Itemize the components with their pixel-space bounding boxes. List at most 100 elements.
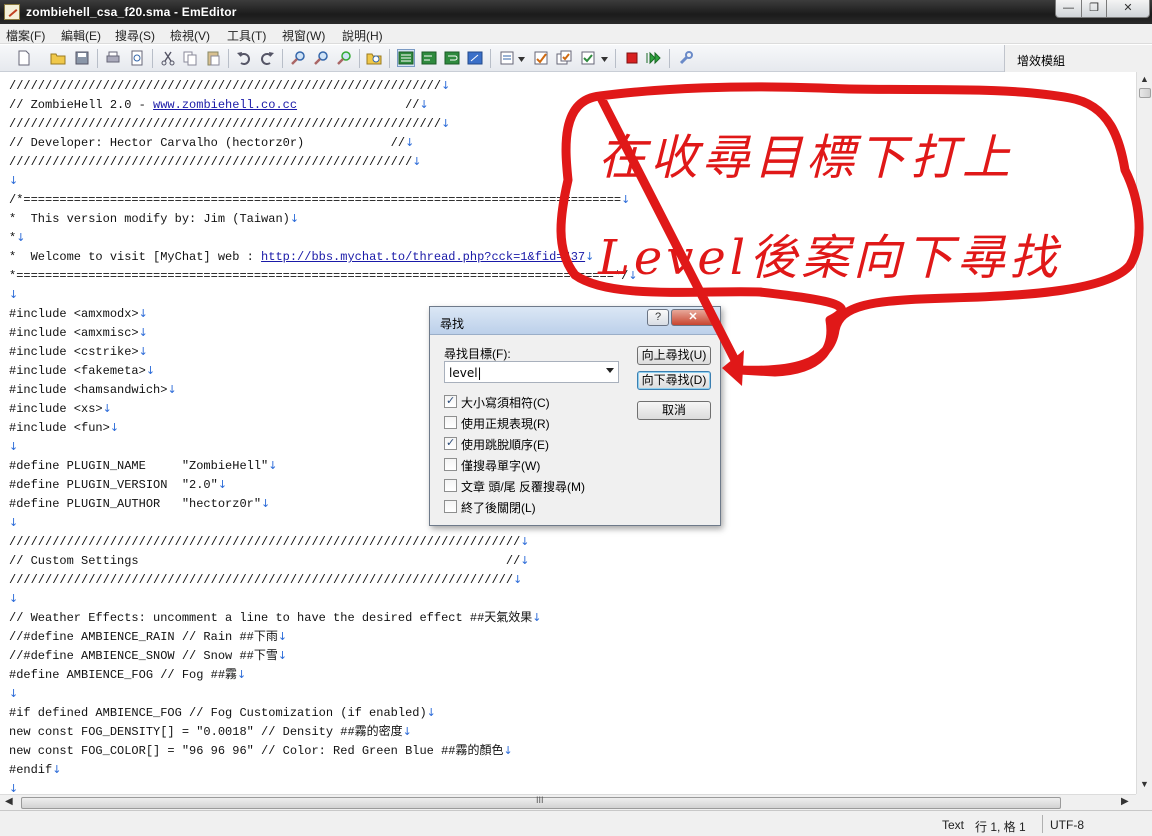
macro-check-icon[interactable] bbox=[580, 50, 596, 66]
wrap-by-window-icon[interactable] bbox=[444, 50, 460, 66]
code-line[interactable]: * This version modify by: Jim (Taiwan)↓ bbox=[9, 209, 299, 228]
find-icon[interactable] bbox=[290, 50, 306, 66]
code-line[interactable]: #define PLUGIN_AUTHOR "hectorz0r"↓ bbox=[9, 494, 270, 513]
option-checkbox[interactable] bbox=[444, 458, 457, 471]
menu-tools[interactable]: 工具(T) bbox=[227, 27, 266, 44]
code-line[interactable]: #define AMBIENCE_FOG // Fog ##霧↓ bbox=[9, 665, 246, 684]
menu-edit[interactable]: 編輯(E) bbox=[61, 27, 101, 44]
find-next-icon[interactable] bbox=[313, 50, 329, 66]
scroll-down-icon[interactable]: ▼ bbox=[1140, 779, 1149, 789]
chevron-down-icon[interactable] bbox=[606, 368, 614, 373]
option-checkbox[interactable] bbox=[444, 394, 457, 408]
code-line[interactable]: ////////////////////////////////////////… bbox=[9, 532, 530, 551]
find-previous-icon[interactable] bbox=[336, 50, 352, 66]
run-macro-icon[interactable] bbox=[646, 50, 662, 66]
cancel-button[interactable]: 取消 bbox=[637, 401, 711, 420]
code-hyperlink[interactable]: www.zombiehell.co.cc bbox=[153, 98, 297, 112]
code-line[interactable]: #include <cstrike>↓ bbox=[9, 342, 148, 361]
code-line[interactable]: // Custom Settings //↓ bbox=[9, 551, 530, 570]
encoding-dropdown-icon[interactable] bbox=[518, 57, 525, 62]
menu-search[interactable]: 搜尋(S) bbox=[115, 27, 155, 44]
option-label[interactable]: 使用正規表現(R) bbox=[461, 415, 550, 432]
code-line[interactable]: ↓ bbox=[9, 779, 18, 794]
option-label[interactable]: 僅搜尋單字(W) bbox=[461, 457, 540, 474]
open-folder-icon[interactable] bbox=[50, 50, 66, 66]
code-line[interactable]: // Developer: Hector Carvalho (hectorz0r… bbox=[9, 133, 414, 152]
help-button[interactable]: ? bbox=[647, 309, 669, 326]
code-line[interactable]: ↓ bbox=[9, 589, 18, 608]
code-line[interactable]: #include <xs>↓ bbox=[9, 399, 112, 418]
code-line[interactable]: ////////////////////////////////////////… bbox=[9, 76, 450, 95]
code-line[interactable]: //#define AMBIENCE_SNOW // Snow ##下雪↓ bbox=[9, 646, 287, 665]
option-label[interactable]: 終了後關閉(L) bbox=[461, 499, 536, 516]
find-target-combobox[interactable]: level| bbox=[444, 361, 619, 383]
code-line[interactable]: #include <hamsandwich>↓ bbox=[9, 380, 177, 399]
wrap-by-page-icon[interactable] bbox=[467, 50, 483, 66]
code-line[interactable]: /*======================================… bbox=[9, 190, 630, 209]
new-file-icon[interactable] bbox=[16, 50, 32, 66]
find-up-button[interactable]: 向上尋找(U) bbox=[637, 346, 711, 365]
code-line[interactable]: ↓ bbox=[9, 513, 18, 532]
code-line[interactable]: ↓ bbox=[9, 285, 18, 304]
menu-window[interactable]: 視窗(W) bbox=[282, 27, 325, 44]
menu-help[interactable]: 說明(H) bbox=[342, 27, 383, 44]
code-line[interactable]: new const FOG_DENSITY[] = "0.0018" // De… bbox=[9, 722, 412, 741]
save-icon[interactable] bbox=[74, 50, 90, 66]
find-down-button[interactable]: 向下尋找(D) bbox=[637, 371, 711, 390]
properties-icon[interactable] bbox=[533, 50, 549, 66]
cut-icon[interactable] bbox=[160, 50, 176, 66]
macro-dropdown-icon[interactable] bbox=[601, 57, 608, 62]
scroll-left-icon[interactable]: ◀ bbox=[5, 796, 13, 807]
code-line[interactable]: ////////////////////////////////////////… bbox=[9, 570, 522, 589]
copy-icon[interactable] bbox=[182, 50, 198, 66]
paste-icon[interactable] bbox=[205, 50, 221, 66]
code-line[interactable]: #include <fun>↓ bbox=[9, 418, 119, 437]
status-encoding[interactable]: UTF-8 bbox=[1050, 818, 1084, 832]
code-line[interactable]: #include <amxmisc>↓ bbox=[9, 323, 148, 342]
option-label[interactable]: 文章 頭/尾 反覆搜尋(M) bbox=[461, 478, 585, 495]
print-preview-icon[interactable] bbox=[129, 50, 145, 66]
code-hyperlink[interactable]: http://bbs.mychat.to/thread.php?cck=1&fi… bbox=[261, 250, 585, 264]
code-line[interactable]: ////////////////////////////////////////… bbox=[9, 152, 421, 171]
horizontal-scrollbar[interactable]: ◀ III ▶ bbox=[0, 794, 1136, 810]
code-line[interactable]: ↓ bbox=[9, 171, 18, 190]
option-label[interactable]: 大小寫須相符(C) bbox=[461, 394, 550, 411]
close-window-button[interactable]: ✕ bbox=[1106, 0, 1150, 18]
wrap-by-chars-icon[interactable] bbox=[421, 50, 437, 66]
code-line[interactable]: #include <fakemeta>↓ bbox=[9, 361, 155, 380]
option-checkbox[interactable] bbox=[444, 479, 457, 492]
minimize-button[interactable]: — bbox=[1055, 0, 1082, 18]
code-line[interactable]: ////////////////////////////////////////… bbox=[9, 114, 450, 133]
code-line[interactable]: new const FOG_COLOR[] = "96 96 96" // Co… bbox=[9, 741, 513, 760]
scroll-up-icon[interactable]: ▲ bbox=[1140, 74, 1149, 84]
find-in-files-icon[interactable] bbox=[366, 50, 382, 66]
code-line[interactable]: // Weather Effects: uncomment a line to … bbox=[9, 608, 542, 627]
menu-file[interactable]: 檔案(F) bbox=[6, 27, 45, 44]
redo-icon[interactable] bbox=[259, 50, 275, 66]
option-label[interactable]: 使用跳脫順序(E) bbox=[461, 436, 549, 453]
code-line[interactable]: #define PLUGIN_NAME "ZombieHell"↓ bbox=[9, 456, 277, 475]
code-line[interactable]: //#define AMBIENCE_RAIN // Rain ##下雨↓ bbox=[9, 627, 287, 646]
option-checkbox[interactable] bbox=[444, 436, 457, 450]
dialog-close-button[interactable]: ✕ bbox=[671, 309, 715, 326]
customize-tool-icon[interactable] bbox=[678, 50, 694, 66]
scroll-right-icon[interactable]: ▶ bbox=[1121, 796, 1129, 807]
undo-icon[interactable] bbox=[236, 50, 252, 66]
all-properties-icon[interactable] bbox=[556, 50, 572, 66]
code-line[interactable]: * Welcome to visit [MyChat] web : http:/… bbox=[9, 247, 594, 266]
code-line[interactable]: // ZombieHell 2.0 - www.zombiehell.co.cc… bbox=[9, 95, 429, 114]
code-line[interactable]: #define PLUGIN_VERSION "2.0"↓ bbox=[9, 475, 227, 494]
stop-macro-icon[interactable] bbox=[624, 50, 640, 66]
code-line[interactable]: ↓ bbox=[9, 437, 18, 456]
code-line[interactable]: #endif↓ bbox=[9, 760, 61, 779]
vertical-scrollbar[interactable]: ▲ ▼ bbox=[1136, 72, 1152, 794]
code-line[interactable]: #include <amxmodx>↓ bbox=[9, 304, 148, 323]
code-line[interactable]: *↓ bbox=[9, 228, 25, 247]
menu-view[interactable]: 檢視(V) bbox=[170, 27, 210, 44]
vertical-scroll-thumb[interactable] bbox=[1139, 88, 1151, 98]
option-checkbox[interactable] bbox=[444, 500, 457, 513]
print-icon[interactable] bbox=[105, 50, 121, 66]
code-line[interactable]: *=======================================… bbox=[9, 266, 638, 285]
code-line[interactable]: #if defined AMBIENCE_FOG // Fog Customiz… bbox=[9, 703, 436, 722]
word-wrap-none-icon[interactable] bbox=[397, 49, 415, 67]
